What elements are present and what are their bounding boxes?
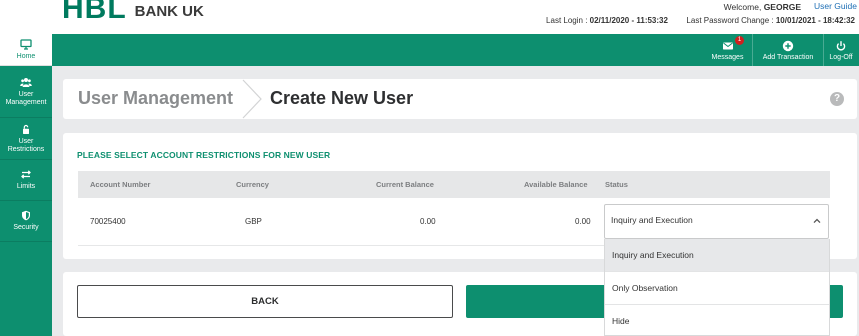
sidebar: Home User Management User Restrictions L… <box>0 34 52 336</box>
status-option-only-observation[interactable]: Only Observation <box>605 272 829 305</box>
sidebar-item-user-management[interactable]: User Management <box>0 66 52 118</box>
sidebar-item-label: User Restrictions <box>7 137 45 153</box>
sidebar-item-label: Limits <box>16 183 36 190</box>
last-password-label: Last Password Change : <box>686 16 774 25</box>
sidebar-item-label: Home <box>16 52 36 60</box>
sidebar-item-user-restrictions[interactable]: User Restrictions <box>0 118 52 160</box>
page-title: Create New User <box>270 88 414 108</box>
status-select[interactable]: Inquiry and Execution <box>604 204 829 239</box>
welcome-username: GEORGE <box>763 2 801 12</box>
sidebar-item-home[interactable]: Home <box>0 34 52 66</box>
welcome-prefix: Welcome, <box>723 2 762 12</box>
logoff-label: Log-Off <box>829 53 853 61</box>
cell-available-balance: 0.00 <box>575 217 591 226</box>
column-header-status: Status <box>605 180 628 189</box>
power-icon <box>836 40 846 50</box>
user-guide-link[interactable]: User Guide <box>814 1 857 11</box>
users-icon <box>20 77 32 87</box>
header: HBL BANK UK Welcome, GEORGE User Guide L… <box>0 0 859 34</box>
back-button[interactable]: BACK <box>77 285 453 318</box>
column-header-currency: Currency <box>236 180 269 189</box>
chevron-up-icon <box>813 218 821 224</box>
breadcrumb-parent[interactable]: User Management <box>78 88 233 109</box>
last-login-label: Last Login : <box>546 16 588 25</box>
column-header-available-balance: Available Balance <box>524 180 588 189</box>
section-title: PLEASE SELECT ACCOUNT RESTRICTIONS FOR N… <box>77 150 331 160</box>
add-transaction-label: Add Transaction <box>762 53 814 61</box>
monitor-icon <box>20 38 32 50</box>
last-password-value: 10/01/2021 - 18:42:32 <box>775 16 855 25</box>
breadcrumb-separator-icon <box>242 79 262 119</box>
sidebar-item-limits[interactable]: Limits <box>0 160 52 201</box>
table-header: Account Number Currency Current Balance … <box>78 171 830 198</box>
logoff-button[interactable]: Log-Off <box>824 34 858 66</box>
envelope-icon <box>722 42 733 49</box>
sidebar-item-label: Security <box>13 224 39 231</box>
sidebar-item-security[interactable]: Security <box>0 201 52 242</box>
cell-current-balance: 0.00 <box>420 217 436 226</box>
cell-currency: GBP <box>245 217 262 226</box>
column-header-current-balance: Current Balance <box>376 180 434 189</box>
breadcrumb: User Management Create New User ? <box>63 79 857 119</box>
status-option-inquiry-execution[interactable]: Inquiry and Execution <box>605 239 829 272</box>
sidebar-item-label: User Management <box>5 90 47 106</box>
status-dropdown-list: Inquiry and Execution Only Observation H… <box>604 239 830 336</box>
help-icon[interactable]: ? <box>830 92 844 106</box>
login-info: Last Login : 02/11/2020 - 11:53:32 Last … <box>546 16 855 25</box>
status-option-hide[interactable]: Hide <box>605 305 829 336</box>
lock-icon <box>23 124 29 134</box>
plus-circle-icon <box>782 40 794 51</box>
shield-icon <box>22 210 30 221</box>
messages-label: Messages <box>711 53 744 61</box>
messages-button[interactable]: 1 Messages <box>705 34 750 66</box>
column-header-account-number: Account Number <box>90 180 151 189</box>
logo-main-text: HBL <box>62 0 127 25</box>
arrows-icon <box>21 170 31 179</box>
top-action-bar: 1 Messages Add Transaction Log-Off <box>52 34 859 66</box>
logo-sub-text: BANK UK <box>134 3 204 20</box>
hbl-logo[interactable]: HBL BANK UK <box>62 0 204 24</box>
cell-account-number: 70025400 <box>90 217 126 226</box>
status-selected-value: Inquiry and Execution <box>611 215 693 225</box>
welcome-message: Welcome, GEORGE <box>724 2 801 12</box>
last-login-value: 02/11/2020 - 11:53:32 <box>589 16 668 25</box>
add-transaction-button[interactable]: Add Transaction <box>754 34 822 66</box>
messages-badge: 1 <box>735 36 744 45</box>
